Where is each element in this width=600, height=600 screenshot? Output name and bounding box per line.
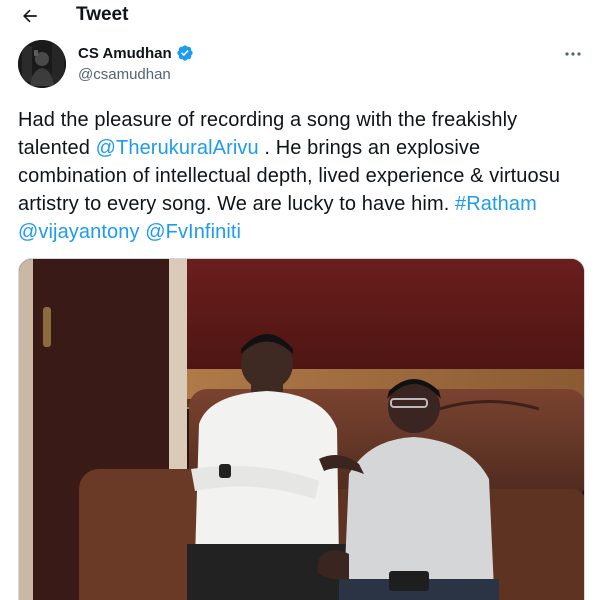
more-horizontal-icon	[565, 52, 581, 56]
mention-link[interactable]: @TherukuralArivu	[96, 137, 259, 159]
verified-badge-icon	[176, 45, 193, 61]
mention-link[interactable]: @vijayantony	[18, 221, 140, 243]
studio-photo-illustration	[19, 259, 584, 600]
tweet-photo[interactable]	[18, 258, 585, 600]
display-name[interactable]: CS Amudhan	[78, 45, 172, 62]
page-title: Tweet	[76, 4, 129, 25]
tweet-text: Had the pleasure of recording a song wit…	[18, 106, 584, 246]
arrow-left-icon	[23, 9, 37, 23]
hashtag-link[interactable]: #Ratham	[455, 193, 537, 215]
back-button[interactable]	[16, 4, 44, 28]
more-options-button[interactable]	[562, 46, 584, 62]
tweet-author: CS Amudhan @csamudhan	[18, 40, 584, 92]
top-bar: Tweet	[0, 0, 600, 32]
avatar[interactable]	[18, 40, 66, 88]
user-handle[interactable]: @csamudhan	[78, 66, 171, 83]
mention-link[interactable]: @FvInfiniti	[145, 221, 241, 243]
